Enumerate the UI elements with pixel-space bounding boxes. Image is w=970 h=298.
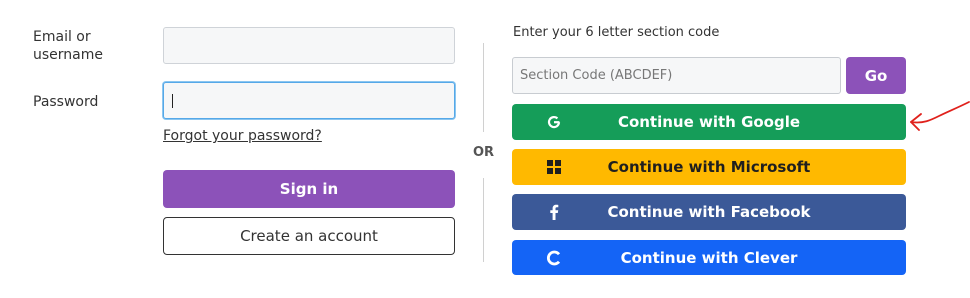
continue-with-clever-button[interactable]: Continue with Clever — [512, 240, 906, 275]
section-code-prompt: Enter your 6 letter section code — [513, 25, 720, 40]
google-button-label: Continue with Google — [617, 113, 801, 131]
microsoft-icon — [546, 159, 562, 175]
clever-icon — [546, 250, 562, 266]
password-field[interactable] — [163, 82, 455, 119]
go-button[interactable]: Go — [846, 57, 906, 94]
section-code-input[interactable]: Section Code (ABCDEF) — [512, 57, 841, 94]
annotation-arrow-icon — [910, 101, 970, 131]
divider-line-top — [483, 43, 484, 132]
text-caret — [172, 94, 173, 108]
email-field[interactable] — [163, 27, 455, 64]
sign-in-button[interactable]: Sign in — [163, 170, 455, 208]
google-icon — [546, 114, 562, 130]
divider-line-bottom — [483, 178, 484, 262]
password-label: Password — [33, 94, 99, 110]
clever-button-label: Continue with Clever — [620, 248, 798, 267]
continue-with-google-button[interactable]: Continue with Google — [512, 104, 906, 140]
continue-with-microsoft-button[interactable]: Continue with Microsoft — [512, 149, 906, 185]
create-account-button[interactable]: Create an account — [163, 217, 455, 255]
forgot-password-link[interactable]: Forgot your password? — [163, 127, 322, 145]
microsoft-button-label: Continue with Microsoft — [607, 158, 811, 176]
facebook-button-label: Continue with Facebook — [607, 203, 811, 221]
facebook-icon — [546, 204, 562, 220]
continue-with-facebook-button[interactable]: Continue with Facebook — [512, 194, 906, 230]
or-separator: OR — [473, 145, 495, 160]
email-label: Email or username — [33, 29, 103, 63]
